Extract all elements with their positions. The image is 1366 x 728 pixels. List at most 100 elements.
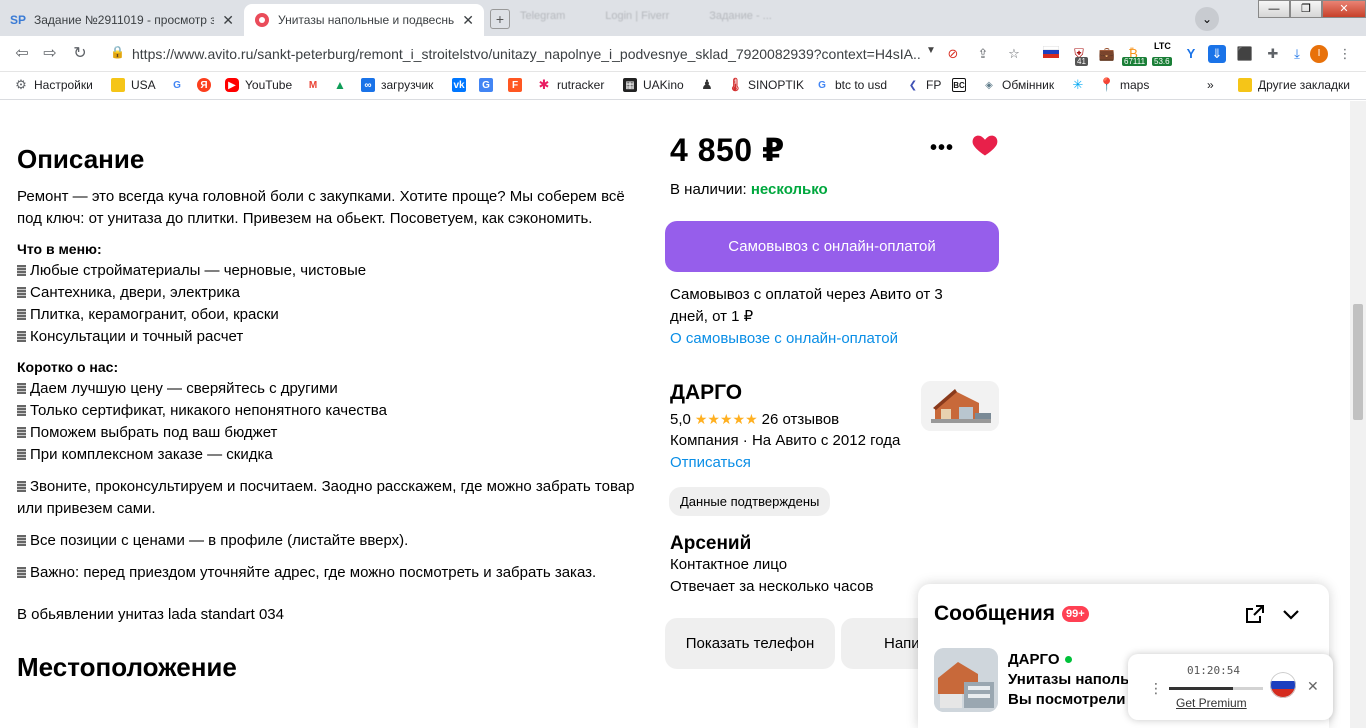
tab-search-icon[interactable]: ⌄ bbox=[1195, 7, 1219, 31]
bookmark-rutracker[interactable]: ✱ rutracker bbox=[537, 77, 605, 92]
bookmark-star-icon[interactable]: ☆ bbox=[1005, 45, 1023, 63]
seller-rating[interactable]: 5,0 ★★★★★ 26 отзывов bbox=[670, 411, 839, 428]
chevron-down-icon[interactable]: ▼ bbox=[926, 45, 936, 56]
bookmark-translate[interactable]: G bbox=[479, 78, 499, 92]
ghost-tab[interactable]: Telegram bbox=[520, 10, 565, 22]
bullet-icon bbox=[17, 265, 26, 276]
bookmark-google[interactable]: G bbox=[170, 78, 190, 92]
bookmark-yandex[interactable]: Я bbox=[197, 78, 217, 92]
tab-avito[interactable]: Унитазы напольные и подвесные ✕ bbox=[244, 4, 484, 36]
russia-flag-icon[interactable] bbox=[1270, 672, 1296, 698]
call-paragraph: Звоните, проконсультируем и посчитаем. З… bbox=[17, 476, 637, 520]
tab-close-icon[interactable]: ✕ bbox=[222, 12, 234, 29]
bookmark-btc[interactable]: Gbtc to usd bbox=[815, 78, 887, 92]
favorite-heart-icon[interactable] bbox=[971, 131, 999, 159]
russia-flag-icon[interactable] bbox=[1042, 45, 1060, 63]
rutracker-icon: ✱ bbox=[538, 77, 550, 92]
bookmark-vk[interactable]: vk bbox=[452, 78, 472, 92]
puzzle-extensions-icon[interactable]: ✚ bbox=[1264, 45, 1282, 63]
seller-name[interactable]: ДАРГО bbox=[670, 381, 742, 405]
forward-icon[interactable]: ⇨ bbox=[40, 44, 60, 64]
ghost-tab[interactable]: Задание - ... bbox=[709, 10, 772, 22]
bookmark-youtube[interactable]: ▶ YouTube bbox=[225, 78, 292, 92]
ghost-tab[interactable]: Login | Fiverr bbox=[605, 10, 669, 22]
close-icon[interactable]: ✕ bbox=[1307, 678, 1319, 695]
bookmark-fp[interactable]: ❮ FP bbox=[906, 78, 942, 92]
menu-dots-icon[interactable]: ⋮ bbox=[1149, 680, 1163, 697]
bookmark-chess[interactable]: ♟ bbox=[700, 77, 720, 92]
bookmark-gmail[interactable]: M bbox=[306, 78, 326, 92]
reload-icon[interactable]: ↻ bbox=[70, 44, 90, 64]
bookmark-drive[interactable]: ▲ bbox=[333, 78, 353, 92]
bookmark-settings[interactable]: ⚙ Настройки bbox=[14, 77, 93, 92]
get-premium-link[interactable]: Get Premium bbox=[1176, 696, 1247, 710]
price: 4 850 ₽ bbox=[670, 132, 785, 168]
share-icon[interactable]: ⇪ bbox=[974, 45, 992, 63]
reviews-count[interactable]: 26 отзывов bbox=[762, 411, 840, 428]
chat-preview: Вы посмотрели bbox=[1008, 691, 1126, 708]
new-tab-icon[interactable]: + bbox=[490, 9, 510, 29]
rating-stars-icon: ★★★★★ bbox=[694, 411, 758, 427]
verified-badge[interactable]: Данные подтверждены bbox=[669, 487, 831, 516]
back-icon[interactable]: ⇦ bbox=[12, 44, 32, 64]
bullet-icon bbox=[17, 331, 26, 342]
vpn-extension-icon[interactable]: Y bbox=[1182, 45, 1200, 63]
page-scrollbar[interactable] bbox=[1350, 101, 1366, 728]
chat-name[interactable]: ДАРГО bbox=[1008, 651, 1072, 668]
bookmark-label: Настройки bbox=[34, 78, 93, 92]
player-progress-fill bbox=[1169, 687, 1233, 690]
stock-status: В наличии: несколько bbox=[670, 181, 828, 198]
bookmark-bc[interactable]: BC bbox=[952, 78, 972, 92]
player-progress-bar[interactable] bbox=[1169, 687, 1263, 690]
chevron-down-icon[interactable] bbox=[1281, 604, 1301, 624]
translate-icon: G bbox=[479, 78, 493, 92]
bookmarks-overflow[interactable]: » bbox=[1207, 78, 1214, 92]
vk-icon: vk bbox=[452, 78, 466, 92]
downloads-icon[interactable]: ⤓ bbox=[1288, 45, 1306, 63]
messages-title[interactable]: Сообщения bbox=[934, 602, 1055, 626]
avatar[interactable]: I bbox=[1310, 45, 1328, 63]
description-intro: Ремонт — это всегда куча головной боли с… bbox=[17, 188, 625, 227]
scrollbar-thumb[interactable] bbox=[1353, 304, 1363, 420]
infinity-icon: ∞ bbox=[361, 78, 375, 92]
pickup-online-payment-button[interactable]: Самовывоз с онлайн-оплатой bbox=[665, 221, 999, 272]
menu-dots-icon[interactable]: ⋮ bbox=[1336, 45, 1354, 63]
list-item: Поможем выбрать под ваш бюджет bbox=[17, 422, 637, 444]
tab-close-icon[interactable]: ✕ bbox=[462, 12, 474, 29]
ltc-badge: 53.6 bbox=[1152, 57, 1172, 66]
download-extension-icon[interactable]: ⇓ bbox=[1208, 45, 1226, 63]
seller-logo[interactable] bbox=[921, 381, 999, 431]
address-bar[interactable]: 🔒 https://www.avito.ru/sankt-peterburg/r… bbox=[100, 41, 940, 67]
bookmark-other[interactable]: Другие закладки bbox=[1238, 78, 1350, 92]
pickup-link[interactable]: О самовывозе с онлайн-оплатой bbox=[670, 328, 970, 350]
dark-extension-icon[interactable]: ⬛ bbox=[1236, 45, 1254, 63]
about-heading: Коротко о нас: bbox=[17, 359, 119, 375]
tab-title: Задание №2911019 - просмотр з bbox=[34, 13, 215, 27]
important-paragraph: Важно: перед приездом уточняйте адрес, г… bbox=[17, 562, 637, 584]
bookmark-sinoptik[interactable]: 🌡 SINOPTIK bbox=[727, 77, 804, 92]
bookmark-downloader[interactable]: ∞ загрузчик bbox=[361, 78, 433, 92]
bullet-icon bbox=[17, 309, 26, 320]
url-text: https://www.avito.ru/sankt-peterburg/rem… bbox=[132, 46, 922, 62]
bookmark-exchanger[interactable]: ◈ Обмінник bbox=[982, 78, 1054, 92]
bookmark-usa[interactable]: USA bbox=[111, 78, 156, 92]
more-options-icon[interactable]: ••• bbox=[930, 137, 954, 160]
bookmark-maps[interactable]: 📍 maps bbox=[1099, 77, 1149, 92]
unsubscribe-link[interactable]: Отписаться bbox=[670, 454, 751, 471]
location-blocked-icon[interactable]: ⊘ bbox=[944, 45, 962, 63]
bookmark-f[interactable]: F bbox=[508, 78, 528, 92]
bookmark-label: загрузчик bbox=[381, 78, 434, 92]
bookmark-label: UAKino bbox=[643, 78, 684, 92]
open-external-icon[interactable] bbox=[1245, 604, 1265, 624]
description-title: Описание bbox=[17, 144, 145, 174]
minimize-button[interactable]: — bbox=[1258, 0, 1290, 18]
chat-avatar[interactable] bbox=[934, 648, 998, 712]
briefcase-extension-icon[interactable]: 💼 bbox=[1098, 45, 1116, 63]
tab-task[interactable]: SP Задание №2911019 - просмотр з ✕ bbox=[0, 4, 244, 36]
description-section: Описание Ремонт — это всегда куча головн… bbox=[17, 101, 637, 694]
close-window-button[interactable]: ✕ bbox=[1322, 0, 1366, 18]
maximize-button[interactable]: ❐ bbox=[1290, 0, 1322, 18]
bookmark-kyivstar[interactable]: ✳ bbox=[1071, 77, 1091, 92]
bookmark-uakino[interactable]: ▦ UAKino bbox=[623, 78, 684, 92]
show-phone-button[interactable]: Показать телефон bbox=[665, 618, 835, 669]
